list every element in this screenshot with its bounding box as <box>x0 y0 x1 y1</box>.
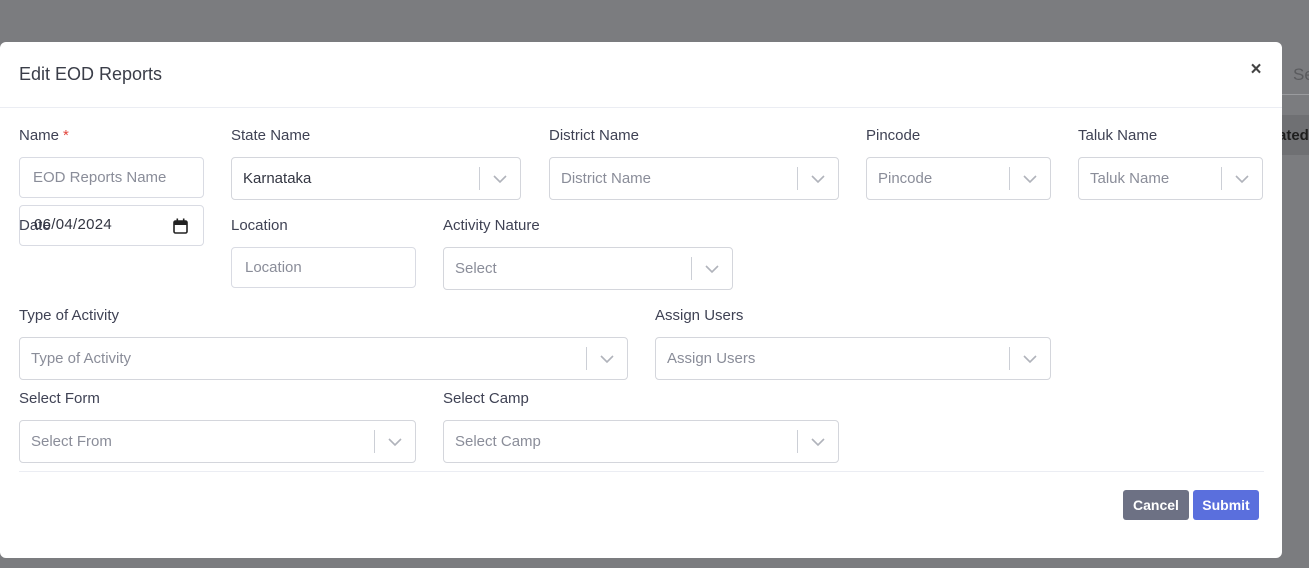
taluk-name-placeholder: Taluk Name <box>1090 170 1170 187</box>
activity-nature-placeholder: Select <box>455 260 497 277</box>
select-camp-placeholder: Select Camp <box>455 433 541 450</box>
date-value: 06/04/2024 <box>34 216 113 233</box>
type-of-activity-placeholder: Type of Activity <box>31 350 132 367</box>
type-of-activity-select[interactable]: Type of Activity <box>19 337 628 380</box>
chevron-down-icon[interactable] <box>704 261 720 277</box>
chevron-down-icon[interactable] <box>492 171 508 187</box>
date-input[interactable]: 06/04/2024 <box>19 205 204 246</box>
select-separator <box>1009 347 1010 370</box>
calendar-icon[interactable] <box>173 218 188 234</box>
district-name-label: District Name <box>549 127 640 144</box>
select-separator <box>374 430 375 453</box>
select-separator <box>797 167 798 190</box>
chevron-down-icon[interactable] <box>1022 351 1038 367</box>
name-label-text: Name <box>19 127 60 144</box>
activity-nature-label: Activity Nature <box>443 217 540 234</box>
assign-users-select[interactable]: Assign Users <box>655 337 1051 380</box>
state-name-value: Karnataka <box>243 170 312 187</box>
select-camp-select[interactable]: Select Camp <box>443 420 839 463</box>
name-label: Name * <box>19 127 69 144</box>
chevron-down-icon[interactable] <box>810 434 826 450</box>
name-input[interactable]: EOD Reports Name <box>19 157 204 198</box>
district-name-select[interactable]: District Name <box>549 157 839 200</box>
background-table-header: ated <box>1278 115 1309 155</box>
location-placeholder: Location <box>245 259 302 276</box>
chevron-down-icon[interactable] <box>810 171 826 187</box>
background-search-input: Se <box>1282 55 1309 95</box>
select-separator <box>797 430 798 453</box>
taluk-name-select[interactable]: Taluk Name <box>1078 157 1263 200</box>
select-form-label: Select Form <box>19 390 100 407</box>
modal-title: Edit EOD Reports <box>19 64 163 84</box>
activity-nature-select[interactable]: Select <box>443 247 733 290</box>
location-label: Location <box>231 217 288 234</box>
district-name-placeholder: District Name <box>561 170 652 187</box>
select-form-select[interactable]: Select From <box>19 420 416 463</box>
edit-eod-modal: Edit EOD Reports × <box>0 42 1282 558</box>
background-column-text: ated <box>1278 127 1309 144</box>
chevron-down-icon[interactable] <box>1234 171 1250 187</box>
cancel-button[interactable]: Cancel <box>1123 490 1189 520</box>
select-separator <box>1009 167 1010 190</box>
pincode-placeholder: Pincode <box>878 170 933 187</box>
taluk-name-label: Taluk Name <box>1078 127 1158 144</box>
background-search-text: Se <box>1293 65 1309 84</box>
name-placeholder: EOD Reports Name <box>33 169 167 186</box>
select-separator <box>1221 167 1222 190</box>
type-of-activity-label: Type of Activity <box>19 307 120 324</box>
state-name-select[interactable]: Karnataka <box>231 157 521 200</box>
select-separator <box>586 347 587 370</box>
chevron-down-icon[interactable] <box>387 434 403 450</box>
location-input[interactable]: Location <box>231 247 416 288</box>
select-form-placeholder: Select From <box>31 433 112 450</box>
chevron-down-icon[interactable] <box>599 351 615 367</box>
select-camp-label: Select Camp <box>443 390 529 407</box>
chevron-down-icon[interactable] <box>1022 171 1038 187</box>
assign-users-label: Assign Users <box>655 307 744 324</box>
assign-users-placeholder: Assign Users <box>667 350 756 367</box>
required-mark: * <box>63 127 69 144</box>
close-icon[interactable]: × <box>1247 60 1265 80</box>
select-separator <box>479 167 480 190</box>
submit-button[interactable]: Submit <box>1193 490 1259 520</box>
select-separator <box>691 257 692 280</box>
pincode-select[interactable]: Pincode <box>866 157 1051 200</box>
modal-header: Edit EOD Reports × <box>0 42 1282 108</box>
state-name-label: State Name <box>231 127 311 144</box>
pincode-label: Pincode <box>866 127 921 144</box>
